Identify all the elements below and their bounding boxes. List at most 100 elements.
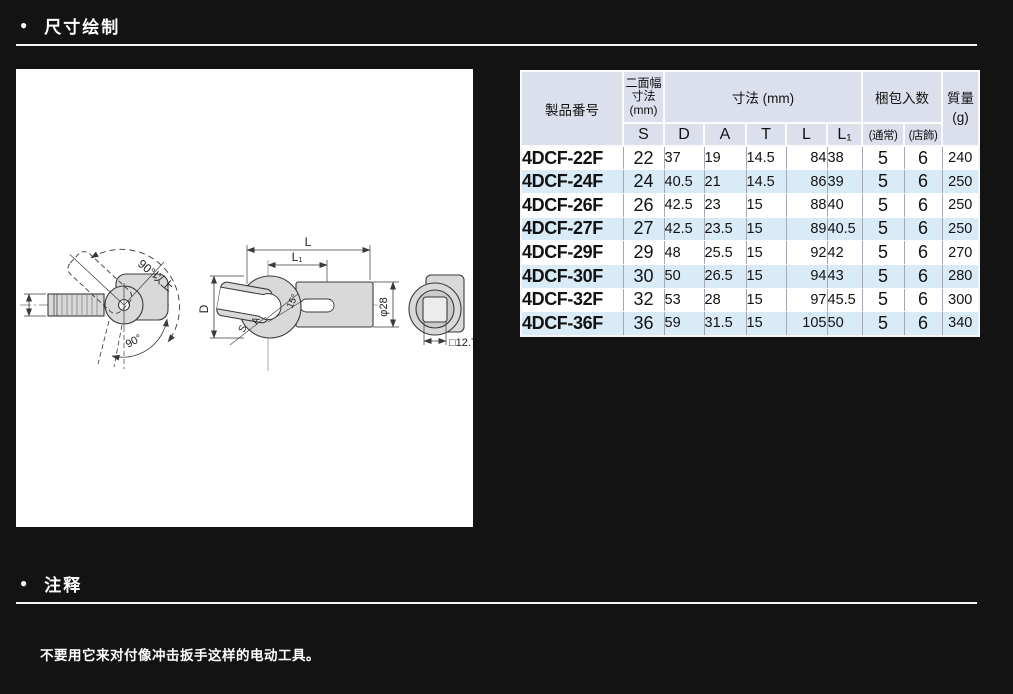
neck-diameter-label: φ28 [378,297,390,316]
product-spec-page: ● 尺寸绘制 [0,0,1013,694]
l1-cell: 40.5 [827,217,862,241]
table-row: 4DCF-27F 27 42.5 23.5 15 89 40.5 5 6 250 [521,217,979,241]
s-cell: 29 [623,241,664,265]
table-row: 4DCF-29F 29 48 25.5 15 92 42 5 6 270 [521,241,979,265]
l-cell: 94 [786,264,827,288]
a-cell: 31.5 [704,312,746,336]
product-number-cell: 4DCF-26F [521,193,623,217]
note-text: 不要用它来对付像冲击扳手这样的电动工具。 [40,644,320,664]
d-cell: 50 [664,264,704,288]
t-cell: 15 [746,312,786,336]
a-cell: 28 [704,288,746,312]
mass-cell: 270 [942,241,979,265]
d-cell: 37 [664,146,704,170]
d-cell: 40.5 [664,170,704,194]
l-cell: 92 [786,241,827,265]
product-number-cell: 4DCF-30F [521,264,623,288]
section-title-notes: 注释 [44,571,82,596]
l1-cell: 50 [827,312,862,336]
a-cell: 23 [704,193,746,217]
side-view: L L₁ 15° S A [197,235,399,371]
bullet-icon: ● [20,577,27,589]
header-l1: L₁ [827,123,862,146]
t-cell: 15 [746,288,786,312]
l-cell: 105 [786,312,827,336]
pack-display-cell: 6 [904,146,942,170]
header-pack-display: (店飾) [904,123,942,146]
d-cell: 59 [664,312,704,336]
table-row: 4DCF-24F 24 40.5 21 14.5 86 39 5 6 250 [521,170,979,194]
t-cell: 15 [746,217,786,241]
s-cell: 22 [623,146,664,170]
l1-cell: 39 [827,170,862,194]
header-t: T [746,123,786,146]
table-row: 4DCF-26F 26 42.5 23 15 88 40 5 6 250 [521,193,979,217]
d-cell: 48 [664,241,704,265]
a-cell: 26.5 [704,264,746,288]
product-number-cell: 4DCF-24F [521,170,623,194]
product-number-cell: 4DCF-29F [521,241,623,265]
pack-normal-cell: 5 [862,170,904,194]
dim-L-label: L [305,235,312,249]
section-title-dimensions: 尺寸绘制 [44,13,120,38]
mass-cell: 250 [942,193,979,217]
t-cell: 14.5 [746,146,786,170]
header-s: S [623,123,664,146]
a-cell: 23.5 [704,217,746,241]
mass-cell: 340 [942,312,979,336]
pack-normal-cell: 5 [862,264,904,288]
pack-display-cell: 6 [904,288,942,312]
header-pack-normal: (通常) [862,123,904,146]
header-product-no: 製品番号 [521,71,623,146]
t-cell: 15 [746,264,786,288]
pack-normal-cell: 5 [862,288,904,312]
drive-square-label: □12.7 [449,337,473,349]
header-l: L [786,123,827,146]
l1-cell: 42 [827,241,862,265]
s-cell: 36 [623,312,664,336]
section-header-notes: ● 注释 [16,564,977,604]
l1-cell: 45.5 [827,288,862,312]
s-cell: 24 [623,170,664,194]
rotation-90-label: 90° [124,332,144,350]
s-cell: 27 [623,217,664,241]
header-d: D [664,123,704,146]
mass-cell: 280 [942,264,979,288]
pack-normal-cell: 5 [862,193,904,217]
mass-cell: 240 [942,146,979,170]
product-number-cell: 4DCF-32F [521,288,623,312]
header-dimensions-group: 寸法 (mm) [664,71,862,123]
pack-normal-cell: 5 [862,146,904,170]
table-row: 4DCF-36F 36 59 31.5 15 105 50 5 6 340 [521,312,979,336]
t-cell: 14.5 [746,170,786,194]
section-header-dimensions: ● 尺寸绘制 [16,6,977,46]
pack-normal-cell: 5 [862,217,904,241]
product-number-cell: 4DCF-27F [521,217,623,241]
mass-cell: 300 [942,288,979,312]
a-cell: 25.5 [704,241,746,265]
pack-normal-cell: 5 [862,241,904,265]
pack-display-cell: 6 [904,241,942,265]
end-view: □12.7 [409,275,473,349]
l-cell: 84 [786,146,827,170]
table-row: 4DCF-30F 30 50 26.5 15 94 43 5 6 280 [521,264,979,288]
s-cell: 30 [623,264,664,288]
pack-display-cell: 6 [904,217,942,241]
product-number-cell: 4DCF-22F [521,146,623,170]
wrench-technical-drawing: 90°以上 90° L L₁ [16,69,473,527]
bullet-icon: ● [20,19,27,31]
table-row: 4DCF-32F 32 53 28 15 97 45.5 5 6 300 [521,288,979,312]
pack-display-cell: 6 [904,264,942,288]
head-diameter-label: D [197,304,211,313]
dim-L1-label: L₁ [292,250,303,264]
a-cell: 21 [704,170,746,194]
l-cell: 97 [786,288,827,312]
a-cell: 19 [704,146,746,170]
s-cell: 32 [623,288,664,312]
pack-normal-cell: 5 [862,312,904,336]
s-cell: 26 [623,193,664,217]
l-cell: 88 [786,193,827,217]
spec-table-container: 製品番号 二面幅 寸法 (mm) 寸法 (mm) 梱包入数 質量 (g) S D… [520,70,980,337]
product-spec-table: 製品番号 二面幅 寸法 (mm) 寸法 (mm) 梱包入数 質量 (g) S D… [520,70,980,337]
mass-cell: 250 [942,170,979,194]
